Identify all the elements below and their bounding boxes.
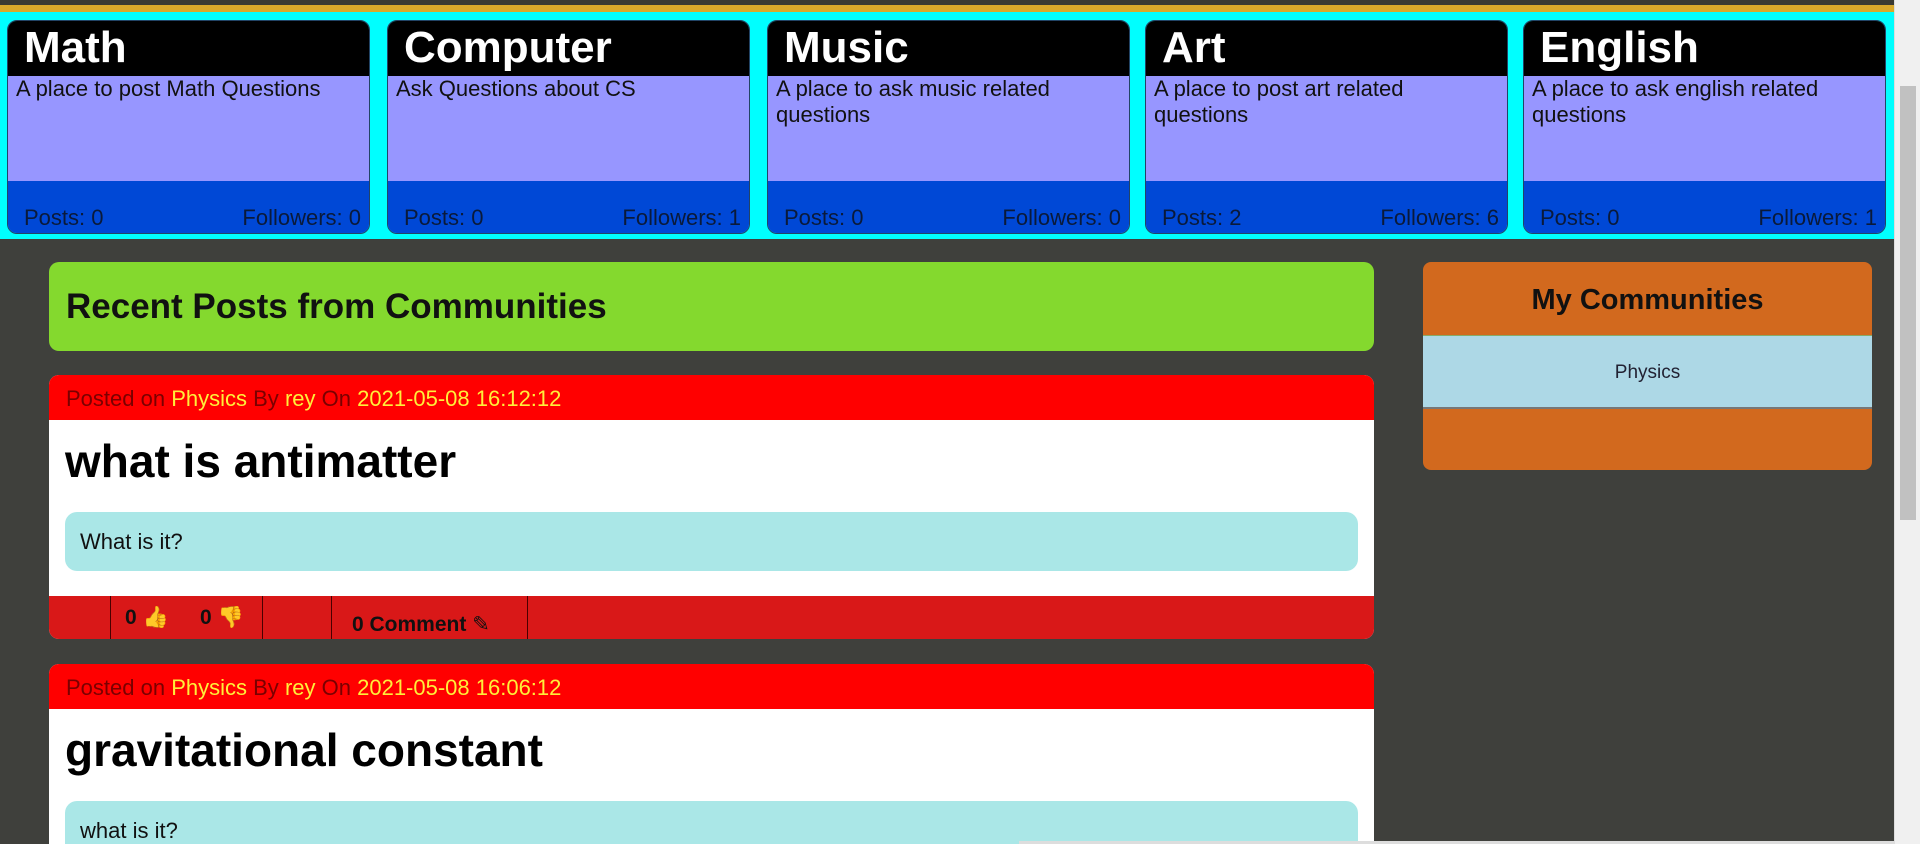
posted-on-label: Posted on	[66, 386, 166, 411]
by-label: By	[253, 675, 279, 700]
community-name: English	[1524, 21, 1885, 76]
followers-count: Followers: 6	[1380, 205, 1499, 230]
dislike-count: 0	[200, 606, 212, 629]
community-name: Art	[1146, 21, 1507, 76]
like-button[interactable]: 0 👍	[125, 606, 169, 630]
on-label: On	[321, 386, 351, 411]
community-description: A place to ask music related questions	[768, 76, 1129, 181]
posted-on-label: Posted on	[66, 675, 166, 700]
on-label: On	[321, 675, 351, 700]
community-name: Music	[768, 21, 1129, 76]
comment-count: 0 Comment	[352, 613, 467, 636]
community-card-computer[interactable]: Computer Ask Questions about CS Posts: 0…	[387, 20, 750, 234]
community-description: Ask Questions about CS	[388, 76, 749, 181]
community-card-english[interactable]: English A place to ask english related q…	[1523, 20, 1886, 234]
post-date: 2021-05-08 16:12:12	[357, 386, 562, 411]
followers-count: Followers: 1	[1758, 205, 1877, 230]
post-body: what is it?	[65, 801, 1358, 844]
post-card: Posted on Physics By rey On 2021-05-08 1…	[49, 664, 1374, 844]
post-community-link[interactable]: Physics	[171, 386, 247, 411]
post-author-link[interactable]: rey	[285, 386, 316, 411]
posts-count: Posts: 0	[24, 205, 104, 230]
community-description: A place to ask english related questions	[1524, 76, 1885, 181]
post-card: Posted on Physics By rey On 2021-05-08 1…	[49, 375, 1374, 639]
community-card-art[interactable]: Art A place to post art related question…	[1145, 20, 1508, 234]
comment-button[interactable]: 0 Comment ✎	[352, 612, 490, 637]
community-card-music[interactable]: Music A place to ask music related quest…	[767, 20, 1130, 234]
followers-count: Followers: 0	[1002, 205, 1121, 230]
posts-count: Posts: 2	[1162, 205, 1242, 230]
thumbs-down-icon: 👎	[217, 606, 244, 629]
pencil-icon: ✎	[472, 613, 490, 636]
community-description: A place to post art related questions	[1146, 76, 1507, 181]
posts-count: Posts: 0	[784, 205, 864, 230]
post-author-link[interactable]: rey	[285, 675, 316, 700]
followers-count: Followers: 1	[622, 205, 741, 230]
posts-count: Posts: 0	[1540, 205, 1620, 230]
post-actions: 0 👍 0 👎 0 Comment ✎	[49, 596, 1374, 639]
by-label: By	[253, 386, 279, 411]
post-meta: Posted on Physics By rey On 2021-05-08 1…	[49, 664, 1374, 709]
like-count: 0	[125, 606, 137, 629]
post-meta: Posted on Physics By rey On 2021-05-08 1…	[49, 375, 1374, 420]
vertical-scrollbar[interactable]	[1894, 0, 1920, 844]
post-title[interactable]: what is antimatter	[49, 420, 1374, 512]
post-title[interactable]: gravitational constant	[49, 709, 1374, 801]
post-community-link[interactable]: Physics	[171, 675, 247, 700]
my-community-item[interactable]: Physics	[1423, 335, 1872, 409]
recent-posts-heading: Recent Posts from Communities	[49, 262, 1374, 351]
followers-count: Followers: 0	[242, 205, 361, 230]
community-name: Computer	[388, 21, 749, 76]
community-description: A place to post Math Questions	[8, 76, 369, 181]
post-body: What is it?	[65, 512, 1358, 571]
accent-stripe	[0, 5, 1894, 12]
my-communities-panel: My Communities Physics	[1423, 262, 1872, 470]
scrollbar-thumb[interactable]	[1900, 86, 1916, 520]
my-communities-title: My Communities	[1531, 284, 1764, 316]
community-card-math[interactable]: Math A place to post Math Questions Post…	[7, 20, 370, 234]
community-name: Math	[8, 21, 369, 76]
posts-count: Posts: 0	[404, 205, 484, 230]
thumbs-up-icon: 👍	[142, 606, 169, 629]
post-date: 2021-05-08 16:06:12	[357, 675, 562, 700]
dislike-button[interactable]: 0 👎	[200, 606, 244, 630]
